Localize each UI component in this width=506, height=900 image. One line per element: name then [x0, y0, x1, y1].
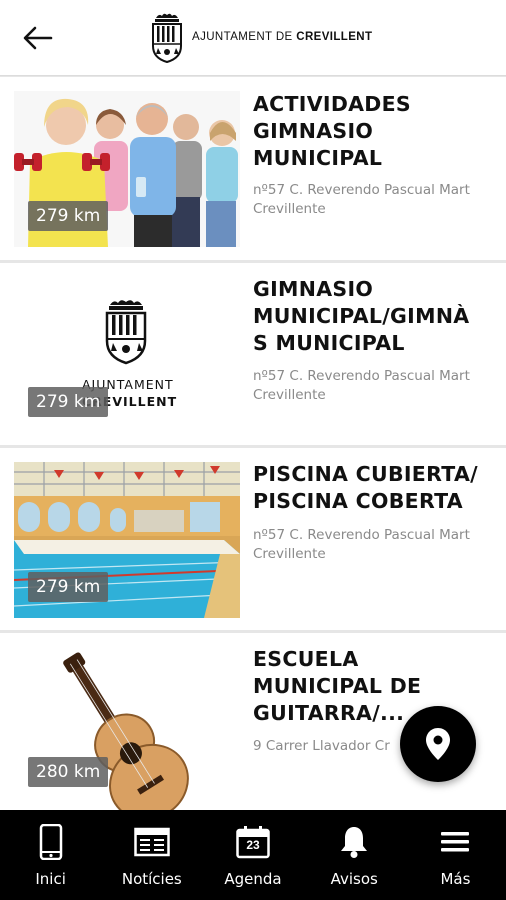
item-title-line: ACTIVIDADES — [253, 92, 411, 116]
item-address-line: nº57 C. Reverendo Pascual Mart — [253, 182, 470, 198]
item-title-line: GIMNASIO — [253, 277, 374, 301]
item-title: PISCINA CUBIERTA/ PISCINA COBERTA — [253, 461, 498, 515]
phone-icon — [39, 824, 62, 860]
item-title-line: MUNICIPAL DE — [253, 674, 422, 698]
nav-label: Inici — [35, 870, 66, 888]
map-button[interactable] — [400, 706, 476, 782]
calendar-day: 23 — [246, 838, 260, 852]
nav-label: Agenda — [224, 870, 282, 888]
list-item[interactable]: 279 km PISCINA CUBIERTA/ PISCINA COBERTA… — [0, 448, 506, 630]
item-title-line: MUNICIPAL/GIMNÀ — [253, 304, 470, 328]
item-address-line: nº57 C. Reverendo Pascual Mart — [253, 368, 470, 384]
item-address-line: Crevillente — [253, 546, 326, 562]
item-address-line: nº57 C. Reverendo Pascual Mart — [253, 527, 470, 543]
item-address: nº57 C. Reverendo Pascual Mart Crevillen… — [253, 526, 498, 564]
item-address: nº57 C. Reverendo Pascual Mart Crevillen… — [253, 367, 498, 405]
nav-item-avisos[interactable]: Avisos — [304, 810, 405, 900]
item-title-line: S MUNICIPAL — [253, 331, 405, 355]
item-address: nº57 C. Reverendo Pascual Mart Crevillen… — [253, 181, 498, 219]
distance-badge: 280 km — [28, 757, 109, 787]
distance-badge: 279 km — [28, 201, 109, 231]
map-pin-icon — [426, 728, 450, 760]
item-title-line: PISCINA COBERTA — [253, 489, 463, 513]
logo-text-prefix: AJUNTAMENT DE — [192, 31, 293, 43]
item-title: ACTIVIDADES GIMNASIO MUNICIPAL — [253, 91, 498, 172]
app-screen: AJUNTAMENT DE CREVILLENT 279 km ACTIVIDA… — [0, 0, 506, 900]
distance-badge: 279 km — [28, 572, 109, 602]
item-address-line: Crevillente — [253, 201, 326, 217]
nav-item-inici[interactable]: Inici — [0, 810, 101, 900]
nav-item-noticies[interactable]: Notícies — [101, 810, 202, 900]
arrow-left-icon — [23, 26, 53, 50]
item-title-line: ESCUELA — [253, 647, 359, 671]
logo-text-name: CREVILLENT — [296, 31, 373, 43]
bell-icon — [341, 827, 368, 858]
menu-icon — [441, 832, 470, 852]
item-title: GIMNASIO MUNICIPAL/GIMNÀ S MUNICIPAL — [253, 276, 498, 357]
item-title-line: PISCINA CUBIERTA/ — [253, 462, 478, 486]
list-item[interactable]: 279 km ACTIVIDADES GIMNASIO MUNICIPAL nº… — [0, 77, 506, 260]
nav-item-agenda[interactable]: 23 Agenda — [202, 810, 303, 900]
nav-label: Notícies — [121, 870, 182, 888]
back-button[interactable] — [18, 20, 58, 56]
logo-text: AJUNTAMENT DE CREVILLENT — [192, 31, 372, 43]
item-address-line: Crevillente — [253, 387, 326, 403]
newspaper-icon — [134, 827, 170, 857]
item-title-line: MUNICIPAL — [253, 146, 383, 170]
distance-badge: 279 km — [28, 387, 109, 417]
item-title-line: GIMNASIO — [253, 119, 374, 143]
nav-label: Más — [440, 870, 471, 888]
crest-icon — [152, 13, 182, 64]
top-bar: AJUNTAMENT DE CREVILLENT — [0, 0, 506, 76]
nav-item-mas[interactable]: Más — [405, 810, 506, 900]
bottom-nav: Inici Notícies 23 Agenda Avisos Más — [0, 810, 506, 900]
ajuntament-logo: AJUNTAMENT DE CREVILLENT — [150, 10, 372, 64]
nav-label: Avisos — [330, 870, 378, 888]
